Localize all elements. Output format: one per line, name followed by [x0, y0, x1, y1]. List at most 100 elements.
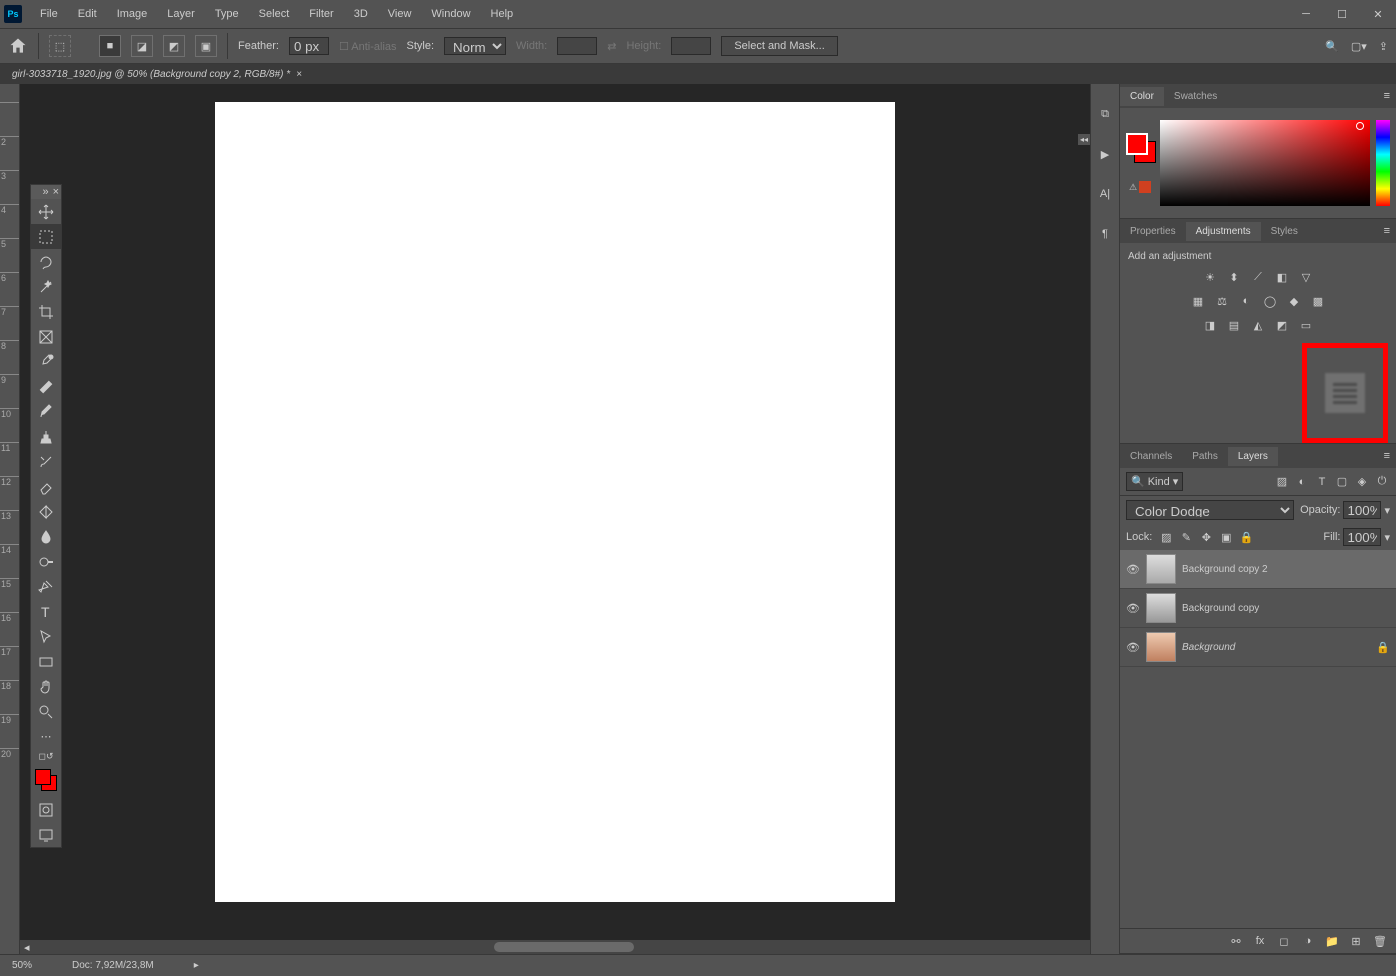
history-brush-tool[interactable] — [31, 449, 61, 474]
channel-mixer-icon[interactable]: ◆ — [1285, 292, 1303, 310]
menu-filter[interactable]: Filter — [301, 4, 341, 24]
history-panel-icon[interactable]: ⧉ — [1095, 104, 1115, 124]
menu-file[interactable]: File — [32, 4, 66, 24]
edit-toolbar-button[interactable]: ⋯ — [31, 724, 61, 749]
posterize-icon[interactable]: ▤ — [1225, 316, 1243, 334]
brush-tool[interactable] — [31, 399, 61, 424]
lock-transparent-icon[interactable]: ▨ — [1158, 529, 1174, 545]
select-and-mask-button[interactable]: Select and Mask... — [721, 36, 838, 56]
panel-menu-icon[interactable]: ≡ — [1378, 90, 1396, 102]
hue-slider[interactable] — [1376, 120, 1390, 206]
lasso-tool[interactable] — [31, 249, 61, 274]
blur-tool[interactable] — [31, 524, 61, 549]
group-icon[interactable]: 📁 — [1324, 933, 1340, 949]
visibility-icon[interactable]: 👁 — [1126, 640, 1140, 654]
curves-icon[interactable]: ⟋ — [1249, 268, 1267, 286]
subtract-selection-button[interactable]: ◩ — [163, 35, 185, 57]
color-warning-swatch[interactable] — [1139, 181, 1151, 193]
menu-select[interactable]: Select — [251, 4, 298, 24]
status-chevron-icon[interactable]: ▸ — [194, 960, 199, 971]
share-icon[interactable]: ⇪ — [1379, 40, 1388, 53]
menu-image[interactable]: Image — [109, 4, 156, 24]
move-tool[interactable] — [31, 199, 61, 224]
character-panel-icon[interactable]: A| — [1095, 184, 1115, 204]
menu-window[interactable]: Window — [423, 4, 478, 24]
layer-thumbnail[interactable] — [1146, 593, 1176, 623]
adjustments-tab[interactable]: Adjustments — [1186, 222, 1261, 241]
canvas[interactable] — [215, 102, 895, 902]
foreground-color-swatch[interactable] — [35, 769, 51, 785]
brightness-contrast-icon[interactable]: ☀ — [1201, 268, 1219, 286]
color-tab[interactable]: Color — [1120, 87, 1164, 106]
layer-filter-kind[interactable]: 🔍 Kind ▾ — [1126, 472, 1183, 491]
menu-view[interactable]: View — [380, 4, 420, 24]
selective-color-icon[interactable]: ◩ — [1273, 316, 1291, 334]
path-selection-tool[interactable] — [31, 624, 61, 649]
opacity-input[interactable] — [1343, 501, 1381, 519]
workspace-switcher-icon[interactable]: ▢▾ — [1351, 40, 1367, 53]
minimize-button[interactable]: ─ — [1292, 4, 1320, 24]
scroll-left-icon[interactable]: ◂ — [20, 941, 34, 954]
visibility-icon[interactable]: 👁 — [1126, 601, 1140, 615]
gradient-map-icon[interactable]: ▭ — [1297, 316, 1315, 334]
layers-tab[interactable]: Layers — [1228, 447, 1278, 466]
type-tool[interactable]: T — [31, 599, 61, 624]
panel-menu-icon[interactable]: ≡ — [1378, 450, 1396, 462]
delete-layer-icon[interactable]: 🗑 — [1372, 933, 1388, 949]
lock-artboard-icon[interactable]: ▣ — [1218, 529, 1234, 545]
dodge-tool[interactable] — [31, 549, 61, 574]
frame-tool[interactable] — [31, 324, 61, 349]
gradient-tool[interactable] — [31, 499, 61, 524]
feather-input[interactable] — [289, 37, 329, 55]
expand-panels-icon[interactable]: ◂◂ — [1078, 134, 1090, 145]
hue-sat-icon[interactable]: ▦ — [1189, 292, 1207, 310]
layer-mask-icon[interactable]: ◻ — [1276, 933, 1292, 949]
zoom-tool[interactable] — [31, 699, 61, 724]
visibility-icon[interactable]: 👁 — [1126, 562, 1140, 576]
invert-icon[interactable]: ◨ — [1201, 316, 1219, 334]
document-tab[interactable]: girl-3033718_1920.jpg @ 50% (Background … — [4, 67, 310, 82]
screen-mode-tool[interactable] — [31, 822, 61, 847]
search-icon[interactable]: 🔍 — [1325, 40, 1339, 53]
maximize-button[interactable]: ☐ — [1328, 4, 1356, 24]
properties-tab[interactable]: Properties — [1120, 222, 1186, 241]
adjustment-layer-icon[interactable]: ◑ — [1300, 933, 1316, 949]
close-button[interactable]: ✕ — [1364, 4, 1392, 24]
menu-3d[interactable]: 3D — [346, 4, 376, 24]
color-swatches[interactable] — [33, 765, 59, 795]
channels-tab[interactable]: Channels — [1120, 447, 1182, 466]
menu-help[interactable]: Help — [483, 4, 522, 24]
layer-name[interactable]: Background — [1182, 642, 1370, 653]
hand-tool[interactable] — [31, 674, 61, 699]
filter-pixel-icon[interactable]: ▨ — [1274, 474, 1290, 490]
layer-item[interactable]: 👁 Background copy — [1120, 589, 1396, 628]
vibrance-icon[interactable]: ▽ — [1297, 268, 1315, 286]
home-icon[interactable] — [8, 36, 28, 56]
actions-panel-icon[interactable]: ▶ — [1095, 144, 1115, 164]
paragraph-panel-icon[interactable]: ¶ — [1095, 224, 1115, 244]
styles-tab[interactable]: Styles — [1261, 222, 1308, 241]
link-layers-icon[interactable]: ⚯ — [1228, 933, 1244, 949]
swap-colors-icon[interactable]: ◻↺ — [31, 749, 61, 763]
photo-filter-icon[interactable]: ◯ — [1261, 292, 1279, 310]
filter-shape-icon[interactable]: ▢ — [1334, 474, 1350, 490]
crop-tool[interactable] — [31, 299, 61, 324]
canvas-area[interactable] — [20, 84, 1090, 954]
fill-input[interactable] — [1343, 528, 1381, 546]
clone-stamp-tool[interactable] — [31, 424, 61, 449]
lock-all-icon[interactable]: 🔒 — [1238, 529, 1254, 545]
highlighted-panel-grip[interactable] — [1302, 343, 1388, 443]
marquee-tool[interactable] — [31, 224, 61, 249]
toolbox-header[interactable]: »× — [31, 185, 61, 199]
scroll-thumb[interactable] — [494, 942, 634, 952]
pen-tool[interactable] — [31, 574, 61, 599]
layer-style-icon[interactable]: fx — [1252, 933, 1268, 949]
filter-type-icon[interactable]: T — [1314, 474, 1330, 490]
style-select[interactable]: Normal — [444, 37, 506, 55]
levels-icon[interactable]: ⬍ — [1225, 268, 1243, 286]
add-selection-button[interactable]: ◪ — [131, 35, 153, 57]
swatches-tab[interactable]: Swatches — [1164, 87, 1227, 106]
filter-smart-icon[interactable]: ◈ — [1354, 474, 1370, 490]
layer-name[interactable]: Background copy — [1182, 603, 1390, 614]
new-selection-button[interactable]: ■ — [99, 35, 121, 57]
